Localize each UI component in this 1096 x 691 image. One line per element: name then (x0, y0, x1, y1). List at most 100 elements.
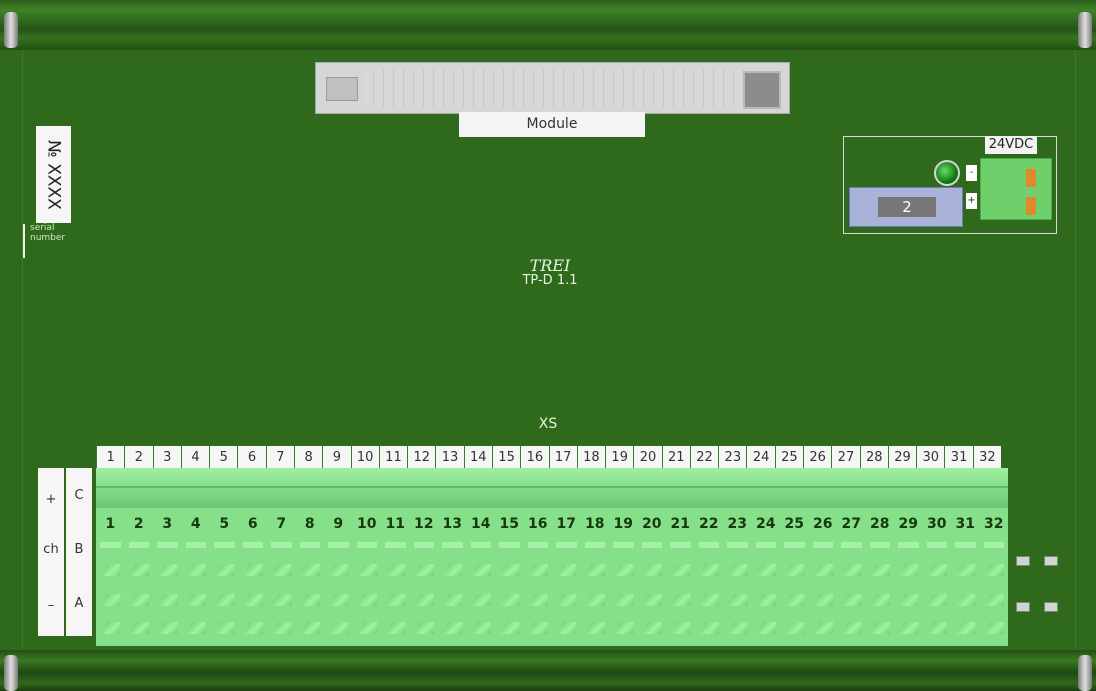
terminal-screw-slot[interactable] (898, 622, 919, 634)
terminal-screw-slot[interactable] (157, 594, 178, 606)
terminal-screw-slot[interactable] (727, 564, 748, 576)
terminal-screw-slot[interactable] (698, 564, 719, 576)
terminal-screw-slot[interactable] (242, 564, 263, 576)
terminal-screw-slot[interactable] (385, 542, 406, 548)
fuse-holder[interactable]: 2 (849, 187, 963, 227)
terminal-screw-slot[interactable] (812, 622, 833, 634)
terminal-screw-slot[interactable] (271, 594, 292, 606)
terminal-screw-slot[interactable] (812, 594, 833, 606)
terminal-screw-slot[interactable] (698, 594, 719, 606)
terminal-screw-slot[interactable] (185, 594, 206, 606)
terminal-block[interactable]: 1 2 3 4 5 6 7 8 9 10 11 12 13 14 15 16 17 18 19 20 21 22 23 24 2… (96, 468, 1008, 646)
terminal-screw-slot[interactable] (385, 594, 406, 606)
terminal-screw-slot[interactable] (556, 594, 577, 606)
terminal-screw-slot[interactable] (157, 564, 178, 576)
terminal-screw-slot[interactable] (527, 542, 548, 548)
terminal-screw-slot[interactable] (755, 622, 776, 634)
terminal-screw-slot[interactable] (299, 564, 320, 576)
terminal-screw-slot[interactable] (670, 542, 691, 548)
terminal-screw-slot[interactable] (613, 594, 634, 606)
terminal-screw-slot[interactable] (442, 622, 463, 634)
terminal-screw-slot[interactable] (641, 594, 662, 606)
terminal-screw-slot[interactable] (356, 564, 377, 576)
terminal-screw-slot[interactable] (157, 622, 178, 634)
terminal-screw-slot[interactable] (841, 564, 862, 576)
terminal-screw-slot[interactable] (299, 594, 320, 606)
terminal-screw-slot[interactable] (413, 622, 434, 634)
terminal-screw-slot[interactable] (100, 564, 121, 576)
terminal-screw-slot[interactable] (898, 542, 919, 548)
terminal-screw-slot[interactable] (271, 564, 292, 576)
terminal-screw-slot[interactable] (698, 622, 719, 634)
terminal-screw-slot[interactable] (214, 594, 235, 606)
terminal-screw-slot[interactable] (584, 542, 605, 548)
terminal-screw-slot[interactable] (983, 564, 1004, 576)
terminal-screw-slot[interactable] (869, 564, 890, 576)
terminal-screw-slot[interactable] (641, 622, 662, 634)
terminal-screw-slot[interactable] (955, 542, 976, 548)
terminal-screw-slot[interactable] (242, 622, 263, 634)
terminal-screw-slot[interactable] (499, 594, 520, 606)
terminal-screw-slot[interactable] (841, 622, 862, 634)
terminal-screw-slot[interactable] (869, 622, 890, 634)
terminal-screw-slot[interactable] (356, 542, 377, 548)
terminal-screw-slot[interactable] (556, 542, 577, 548)
terminal-screw-slot[interactable] (214, 564, 235, 576)
terminal-screw-slot[interactable] (727, 622, 748, 634)
terminal-screw-slot[interactable] (271, 622, 292, 634)
terminal-screw-slot[interactable] (584, 564, 605, 576)
terminal-screw-slot[interactable] (328, 564, 349, 576)
terminal-screw-slot[interactable] (470, 622, 491, 634)
terminal-screw-slot[interactable] (299, 542, 320, 548)
terminal-screw-slot[interactable] (556, 564, 577, 576)
terminal-screw-slot[interactable] (869, 542, 890, 548)
terminal-screw-slot[interactable] (983, 622, 1004, 634)
terminal-screw-slot[interactable] (185, 622, 206, 634)
terminal-screw-slot[interactable] (755, 542, 776, 548)
terminal-screw-slot[interactable] (527, 594, 548, 606)
terminal-screw-slot[interactable] (784, 564, 805, 576)
terminal-screw-slot[interactable] (926, 542, 947, 548)
terminal-screw-slot[interactable] (214, 542, 235, 548)
terminal-screw-slot[interactable] (328, 542, 349, 548)
terminal-screw-slot[interactable] (470, 542, 491, 548)
terminal-screw-slot[interactable] (242, 594, 263, 606)
terminal-screw-slot[interactable] (841, 542, 862, 548)
terminal-screw-slot[interactable] (242, 542, 263, 548)
terminal-screw-slot[interactable] (128, 564, 149, 576)
terminal-screw-slot[interactable] (328, 622, 349, 634)
terminal-screw-slot[interactable] (100, 622, 121, 634)
terminal-screw-slot[interactable] (100, 542, 121, 548)
terminal-screw-slot[interactable] (356, 594, 377, 606)
terminal-screw-slot[interactable] (128, 594, 149, 606)
terminal-screw-slot[interactable] (955, 564, 976, 576)
terminal-screw-slot[interactable] (641, 542, 662, 548)
terminal-screw-slot[interactable] (299, 622, 320, 634)
power-terminal[interactable] (980, 158, 1052, 220)
terminal-screw-slot[interactable] (413, 594, 434, 606)
terminal-screw-slot[interactable] (584, 594, 605, 606)
terminal-screw-slot[interactable] (755, 594, 776, 606)
terminal-screw-slot[interactable] (613, 564, 634, 576)
terminal-screw-slot[interactable] (385, 564, 406, 576)
terminal-screw-slot[interactable] (413, 564, 434, 576)
terminal-screw-slot[interactable] (784, 622, 805, 634)
terminal-screw-slot[interactable] (413, 542, 434, 548)
terminal-screw-slot[interactable] (926, 594, 947, 606)
terminal-screw-slot[interactable] (784, 542, 805, 548)
terminal-screw-slot[interactable] (584, 622, 605, 634)
terminal-screw-slot[interactable] (356, 622, 377, 634)
terminal-screw-slot[interactable] (328, 594, 349, 606)
terminal-screw-slot[interactable] (898, 564, 919, 576)
terminal-screw-slot[interactable] (157, 542, 178, 548)
terminal-screw-slot[interactable] (983, 594, 1004, 606)
terminal-screw-slot[interactable] (670, 622, 691, 634)
terminal-screw-slot[interactable] (755, 564, 776, 576)
terminal-screw-slot[interactable] (442, 594, 463, 606)
terminal-screw-slot[interactable] (214, 622, 235, 634)
terminal-screw-slot[interactable] (128, 622, 149, 634)
terminal-screw-slot[interactable] (470, 564, 491, 576)
terminal-screw-slot[interactable] (442, 542, 463, 548)
terminal-screw-slot[interactable] (613, 622, 634, 634)
terminal-screw-slot[interactable] (727, 542, 748, 548)
